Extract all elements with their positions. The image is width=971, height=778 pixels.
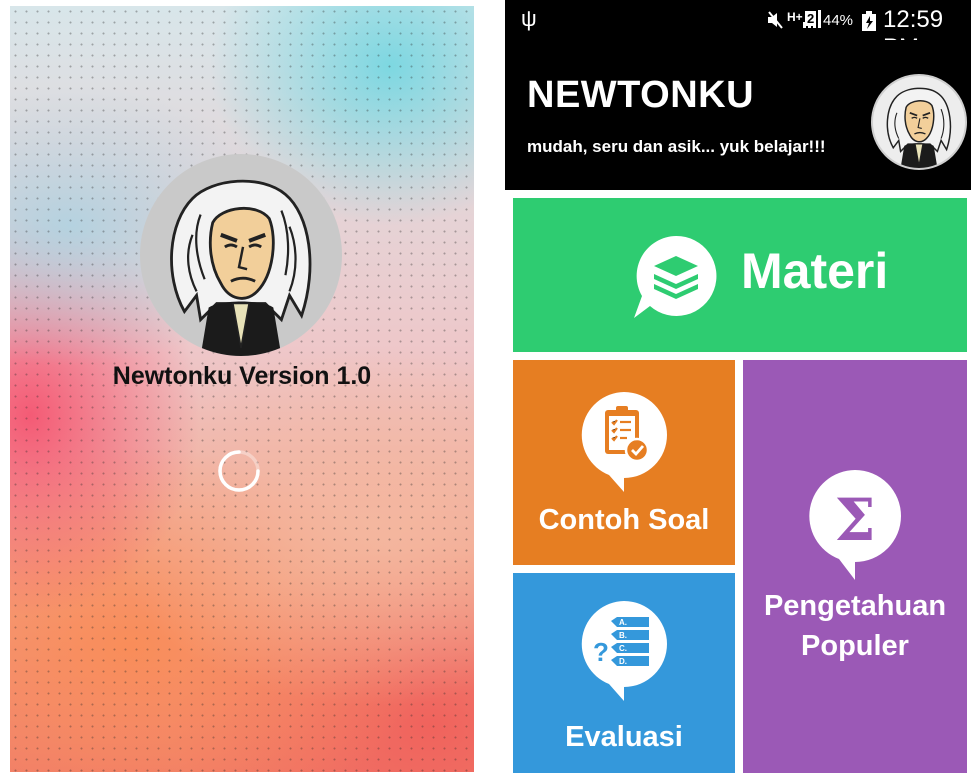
layers-icon bbox=[630, 232, 724, 327]
quiz-options-icon: ? A. B. C. D. bbox=[571, 597, 677, 708]
evaluasi-label: Evaluasi bbox=[565, 721, 683, 753]
svg-text:?: ? bbox=[593, 637, 609, 667]
network-type: H+ bbox=[787, 10, 803, 24]
loading-spinner-icon bbox=[216, 448, 262, 494]
pengetahuan-populer-label: Pengetahuan Populer bbox=[743, 586, 967, 666]
mute-icon bbox=[768, 11, 783, 29]
battery-percent: 44% bbox=[823, 12, 854, 29]
svg-text:C.: C. bbox=[619, 644, 627, 653]
contoh-soal-tile[interactable]: Contoh Soal bbox=[513, 360, 735, 565]
newton-portrait-icon bbox=[871, 74, 967, 170]
battery-icon bbox=[861, 11, 877, 37]
app-header: NEWTONKU mudah, seru dan asik... yuk bel… bbox=[505, 40, 971, 190]
usb-icon: ψ bbox=[521, 6, 537, 31]
app-title: NEWTONKU bbox=[527, 74, 755, 116]
svg-text:Σ: Σ bbox=[834, 486, 875, 554]
splash-version-title: Newtonku Version 1.0 bbox=[112, 362, 372, 390]
svg-text:B.: B. bbox=[619, 631, 627, 640]
evaluasi-tile[interactable]: ? A. B. C. D. Evaluasi bbox=[513, 573, 735, 773]
newton-portrait-icon bbox=[140, 154, 342, 356]
materi-label: Materi bbox=[741, 243, 889, 299]
pengetahuan-populer-label-line2: Populer bbox=[801, 630, 909, 662]
contoh-soal-label: Contoh Soal bbox=[538, 504, 710, 536]
sim-slot-badge: 2 bbox=[805, 11, 817, 26]
svg-text:D.: D. bbox=[619, 657, 627, 666]
splash-screen: Newtonku Version 1.0 bbox=[10, 6, 474, 772]
status-bar: ψ H+ 2 44% 12:59 bbox=[505, 0, 971, 61]
svg-text:A.: A. bbox=[619, 618, 627, 627]
app-subtitle: mudah, seru dan asik... yuk belajar!!! bbox=[527, 137, 826, 156]
clipboard-check-icon bbox=[571, 388, 677, 499]
materi-tile[interactable]: Materi bbox=[513, 198, 967, 352]
pengetahuan-populer-tile[interactable]: Σ Pengetahuan Populer bbox=[743, 360, 967, 773]
pengetahuan-populer-label-line1: Pengetahuan bbox=[763, 590, 947, 622]
main-menu-screen: ψ H+ 2 44% 12:59 NEWTONKU mudah, seru da… bbox=[505, 0, 971, 778]
sigma-icon: Σ bbox=[797, 466, 913, 587]
